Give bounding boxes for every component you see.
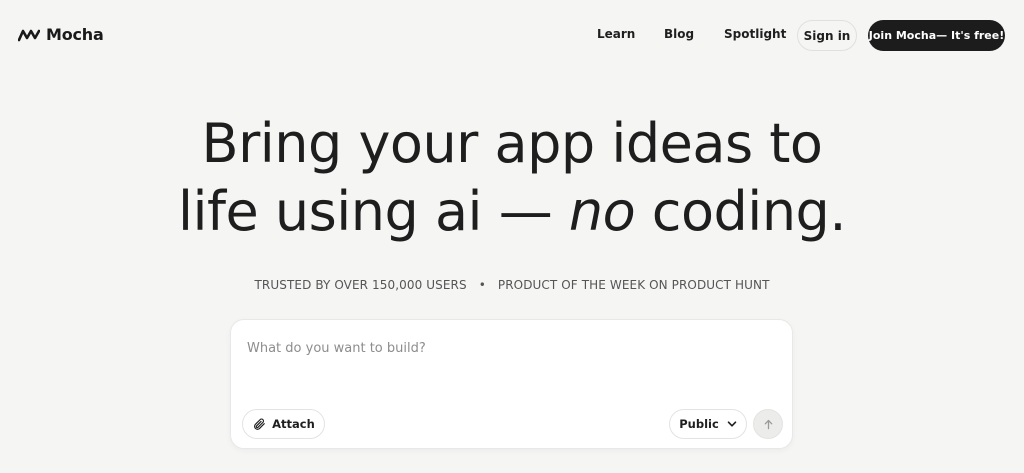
send-button[interactable]	[753, 409, 783, 439]
arrow-up-icon	[763, 419, 774, 430]
mocha-logo-icon	[18, 28, 40, 42]
page: Mocha Learn Blog Spotlight Sign in Join …	[0, 0, 1024, 473]
brand-logo[interactable]: Mocha	[18, 25, 104, 44]
nav-link-blog[interactable]: Blog	[664, 27, 694, 41]
attach-button[interactable]: Attach	[242, 409, 325, 439]
trust-users-text: TRUSTED BY OVER 150,000 USERS	[254, 278, 467, 292]
nav-link-spotlight[interactable]: Spotlight	[724, 27, 786, 41]
hero-line-1: Bring your app ideas to	[201, 112, 823, 175]
trust-separator: •	[478, 278, 486, 292]
trust-line: TRUSTED BY OVER 150,000 USERS • PRODUCT OF…	[0, 278, 1024, 292]
visibility-dropdown[interactable]: Public	[669, 409, 747, 439]
brand-name: Mocha	[46, 25, 104, 44]
hero-heading: Bring your app ideas to life using ai — …	[0, 110, 1024, 246]
chevron-down-icon	[727, 419, 737, 429]
nav-link-learn[interactable]: Learn	[597, 27, 635, 41]
attach-label: Attach	[272, 417, 315, 431]
trust-award-text: PRODUCT OF THE WEEK ON PRODUCT HUNT	[497, 278, 770, 292]
hero-line-2-emphasis: no	[568, 180, 636, 243]
paperclip-icon	[252, 417, 266, 431]
join-button[interactable]: Join Mocha— It's free!	[868, 20, 1005, 51]
hero-line-2-start: life using ai —	[178, 180, 569, 243]
sign-in-button[interactable]: Sign in	[797, 20, 857, 51]
prompt-card: Attach Public	[230, 319, 793, 449]
prompt-input[interactable]	[247, 338, 777, 358]
visibility-label: Public	[679, 417, 719, 431]
hero-line-2-end: coding.	[635, 180, 847, 243]
site-header: Mocha Learn Blog Spotlight Sign in Join …	[0, 0, 1024, 72]
